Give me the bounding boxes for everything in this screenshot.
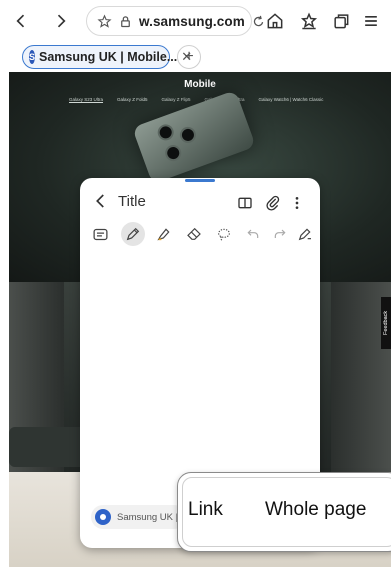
samsung-favicon-icon: S (29, 50, 36, 64)
pen-icon[interactable] (121, 222, 145, 246)
drawing-toolbar (86, 222, 314, 246)
lasso-icon[interactable] (212, 222, 236, 246)
back-icon[interactable] (8, 8, 34, 34)
tabs-icon[interactable] (328, 8, 354, 34)
browser-toolbar: w.samsung.com (0, 0, 391, 42)
tab-title: Samsung UK | Mobile... (39, 50, 178, 64)
url-text[interactable]: w.samsung.com (139, 14, 245, 29)
back-arrow-icon[interactable] (92, 192, 112, 214)
notes-header: Title (80, 190, 320, 216)
nav-item[interactable]: Galaxy Z Fold5 (117, 97, 148, 102)
bookmark-star-icon[interactable] (296, 8, 322, 34)
web-link-label: Samsung UK | (117, 511, 179, 523)
redo-icon[interactable] (268, 222, 292, 246)
feedback-tab[interactable]: Feedback (381, 297, 391, 349)
book-view-icon[interactable] (235, 193, 255, 213)
attach-icon[interactable] (263, 193, 283, 213)
nav-item[interactable]: Galaxy S23 Ultra (69, 97, 103, 102)
nav-item[interactable]: Galaxy Watch6 | Watch6 Classic (258, 97, 323, 102)
window-drag-handle[interactable] (185, 179, 215, 182)
forward-icon[interactable] (48, 8, 74, 34)
new-tab-button[interactable]: + (177, 45, 201, 69)
eraser-icon[interactable] (182, 222, 206, 246)
nav-item[interactable]: Galaxy Z Flip5 (162, 97, 191, 102)
link-option[interactable]: Link (188, 499, 223, 521)
note-canvas[interactable] (80, 253, 320, 493)
lock-icon (118, 13, 133, 29)
site-nav: Galaxy S23 Ultra Galaxy Z Fold5 Galaxy Z… (69, 97, 323, 102)
home-icon[interactable] (262, 8, 288, 34)
pen-settings-icon[interactable] (293, 222, 317, 246)
samsung-internet-icon (95, 509, 111, 525)
sofa-image (9, 427, 89, 467)
more-options-icon[interactable] (287, 193, 307, 213)
screen: w.samsung.com S Samsung UK | Mobile... ✕… (0, 0, 391, 567)
web-link-chip[interactable]: Samsung UK | (91, 505, 186, 529)
star-icon[interactable] (97, 13, 112, 29)
undo-icon[interactable] (241, 222, 265, 246)
tab-samsung[interactable]: S Samsung UK | Mobile... ✕ (22, 45, 192, 69)
highlighter-icon[interactable] (152, 222, 176, 246)
insert-link-popup: Link Whole page (177, 472, 391, 552)
menu-icon[interactable] (358, 8, 384, 34)
note-title[interactable]: Title (118, 193, 146, 210)
site-title: Mobile (184, 79, 216, 90)
tab-strip: S Samsung UK | Mobile... ✕ + (0, 42, 391, 72)
address-bar[interactable]: w.samsung.com (86, 6, 264, 36)
whole-page-option[interactable]: Whole page (265, 499, 366, 521)
text-mode-icon[interactable] (88, 222, 112, 246)
